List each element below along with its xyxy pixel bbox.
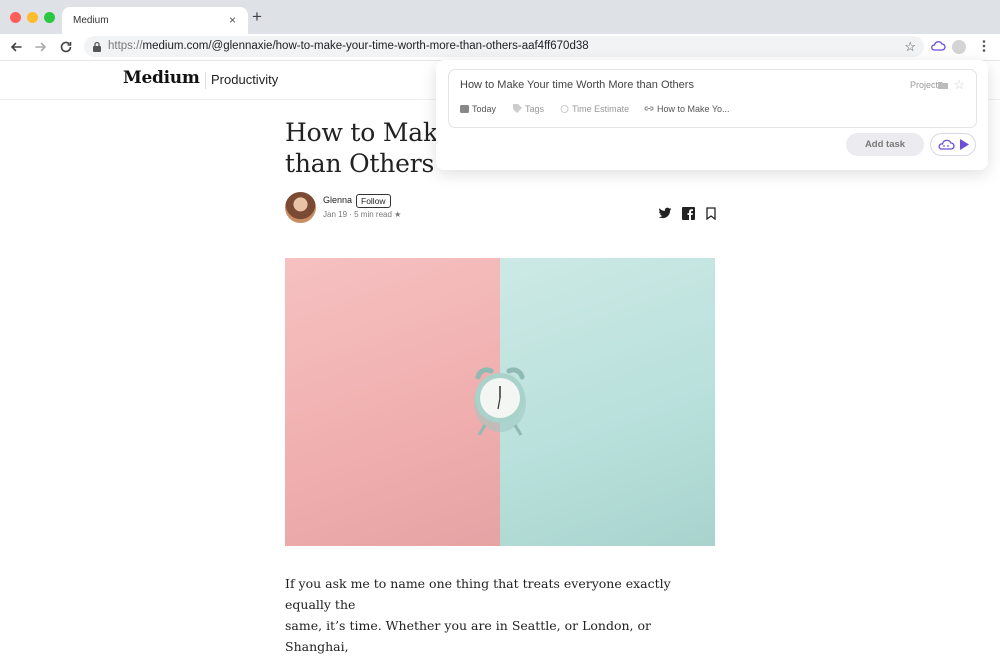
facebook-icon[interactable] [682,207,695,220]
favorite-star-icon[interactable]: ☆ [953,77,965,93]
article-meta: Jan 19 · 5 min read ★ [323,210,402,219]
new-tab-button[interactable]: + [252,8,262,25]
twitter-icon[interactable] [658,207,672,220]
folder-icon [938,82,948,89]
article-body: If you ask me to name one thing that tre… [285,576,671,654]
start-timer-button[interactable] [930,133,976,156]
extension-cloud-icon[interactable] [930,38,946,54]
cloud-icon [938,139,955,150]
author-avatar[interactable] [285,192,316,223]
bookmark-icon[interactable] [706,207,716,220]
forward-arrow-icon[interactable] [33,39,49,55]
time-estimate-chip[interactable]: Time Estimate [560,104,629,114]
close-tab-icon[interactable]: × [229,13,236,27]
task-title-input[interactable]: How to Make Your time Worth More than Ot… [460,79,694,91]
bookmark-star-icon[interactable]: ☆ [904,39,916,55]
due-today-chip[interactable]: Today [460,104,496,114]
window-close-button[interactable] [10,12,21,23]
browser-toolbar: https://medium.com/@glennaxie/how-to-mak… [0,34,1000,61]
task-input-box[interactable]: How to Make Your time Worth More than Ot… [448,69,977,128]
tag-icon [513,104,522,113]
stopwatch-icon [560,105,569,113]
alarm-clock-icon [474,367,526,436]
link-chip[interactable]: How to Make Yo... [644,104,730,114]
project-selector[interactable]: Project [910,80,938,90]
more-options-icon[interactable] [976,38,992,54]
medium-logo[interactable]: Medium [123,68,200,88]
link-icon [644,106,654,111]
author-name[interactable]: Glenna [323,195,352,205]
publication-section[interactable]: Productivity [211,72,278,87]
browser-tab[interactable]: Medium × [62,7,248,34]
window-maximize-button[interactable] [44,12,55,23]
tags-chip[interactable]: Tags [513,104,544,114]
lock-icon [93,41,101,52]
play-icon [960,139,969,150]
hero-image [285,258,715,546]
address-bar[interactable]: https://medium.com/@glennaxie/how-to-mak… [84,36,924,57]
back-arrow-icon[interactable] [8,39,24,55]
reload-icon[interactable] [58,39,74,55]
url-text: https://medium.com/@glennaxie/how-to-mak… [108,40,589,52]
browser-tab-bar: Medium × + [0,0,1000,34]
add-task-popup: How to Make Your time Worth More than Ot… [436,60,988,170]
tab-title: Medium [73,15,109,26]
profile-avatar[interactable] [952,40,966,54]
header-divider [205,72,206,89]
add-task-button[interactable]: Add task [846,133,924,156]
calendar-icon [460,105,469,113]
follow-button[interactable]: Follow [356,194,391,208]
window-minimize-button[interactable] [27,12,38,23]
